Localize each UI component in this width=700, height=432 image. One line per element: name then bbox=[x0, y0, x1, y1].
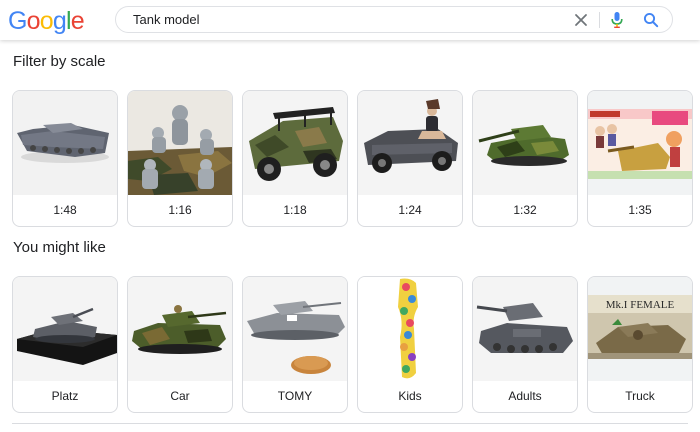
suggestion-label: Platz bbox=[51, 389, 79, 403]
header: Google Tank model bbox=[0, 0, 700, 40]
small-tank-with-coin-image bbox=[243, 277, 347, 381]
logo-letter: o bbox=[39, 7, 54, 35]
box-art-title: Mk.I FEMALE bbox=[606, 299, 675, 311]
grey-kubelwagen-figure-image bbox=[358, 91, 462, 195]
search-box[interactable]: Tank model bbox=[115, 6, 673, 33]
scale-label: 1:24 bbox=[398, 203, 422, 217]
suggestion-card[interactable]: Mk.I FEMALE Truck bbox=[587, 276, 693, 413]
scale-cards-row: 1:48 1:16 1:18 1:24 1:32 1:35 bbox=[12, 90, 693, 227]
scale-label: 1:18 bbox=[283, 203, 307, 217]
green-camo-tank-image bbox=[128, 277, 232, 381]
scale-label: 1:48 bbox=[53, 203, 77, 217]
grey-panzer-model-image bbox=[473, 277, 577, 381]
logo-letter: e bbox=[70, 7, 85, 35]
green-tank-model-image bbox=[473, 91, 577, 195]
microphone-icon[interactable] bbox=[606, 10, 628, 30]
suggestion-card[interactable]: Car bbox=[127, 276, 233, 413]
suggestion-label: TOMY bbox=[277, 389, 313, 403]
suggestion-cards-row: Platz Car TOMY Kids Adults Mk.I FEMALE T… bbox=[12, 276, 693, 413]
search-input[interactable]: Tank model bbox=[133, 12, 199, 27]
logo-letter: G bbox=[8, 7, 27, 35]
scale-card[interactable]: 1:18 bbox=[242, 90, 348, 227]
camo-jeep-model-image bbox=[243, 91, 347, 195]
suggestion-card[interactable]: TOMY bbox=[242, 276, 348, 413]
section-divider bbox=[12, 423, 688, 424]
grey-tank-on-base-image bbox=[13, 277, 117, 381]
suggestion-card[interactable]: Kids bbox=[357, 276, 463, 413]
suggestion-card[interactable]: Platz bbox=[12, 276, 118, 413]
mk-i-female-box-art-image: Mk.I FEMALE bbox=[588, 277, 692, 381]
scale-label: 1:35 bbox=[628, 203, 652, 217]
colorful-tank-strip-image bbox=[358, 277, 462, 381]
logo-letter: g bbox=[52, 7, 67, 35]
search-icon[interactable] bbox=[640, 10, 662, 30]
logo-letter: o bbox=[26, 7, 41, 35]
scale-card[interactable]: 1:32 bbox=[472, 90, 578, 227]
grey-tank-model-image bbox=[13, 91, 117, 195]
scale-card[interactable]: 1:16 bbox=[127, 90, 233, 227]
close-icon[interactable] bbox=[570, 10, 592, 30]
scale-card[interactable]: 1:24 bbox=[357, 90, 463, 227]
suggestion-label: Truck bbox=[625, 389, 655, 403]
search-divider bbox=[599, 12, 600, 28]
scale-card[interactable]: 1:35 bbox=[587, 90, 693, 227]
camo-tank-figures-image bbox=[128, 91, 232, 195]
suggestion-card[interactable]: Adults bbox=[472, 276, 578, 413]
you-might-like-heading: You might like bbox=[13, 239, 106, 256]
anime-box-art-image bbox=[588, 91, 692, 195]
suggestion-label: Car bbox=[170, 389, 190, 403]
suggestion-label: Adults bbox=[508, 389, 542, 403]
filter-by-scale-heading: Filter by scale bbox=[13, 53, 106, 70]
scale-label: 1:32 bbox=[513, 203, 537, 217]
suggestion-label: Kids bbox=[398, 389, 422, 403]
google-logo[interactable]: Google bbox=[8, 7, 85, 35]
scale-label: 1:16 bbox=[168, 203, 192, 217]
scale-card[interactable]: 1:48 bbox=[12, 90, 118, 227]
